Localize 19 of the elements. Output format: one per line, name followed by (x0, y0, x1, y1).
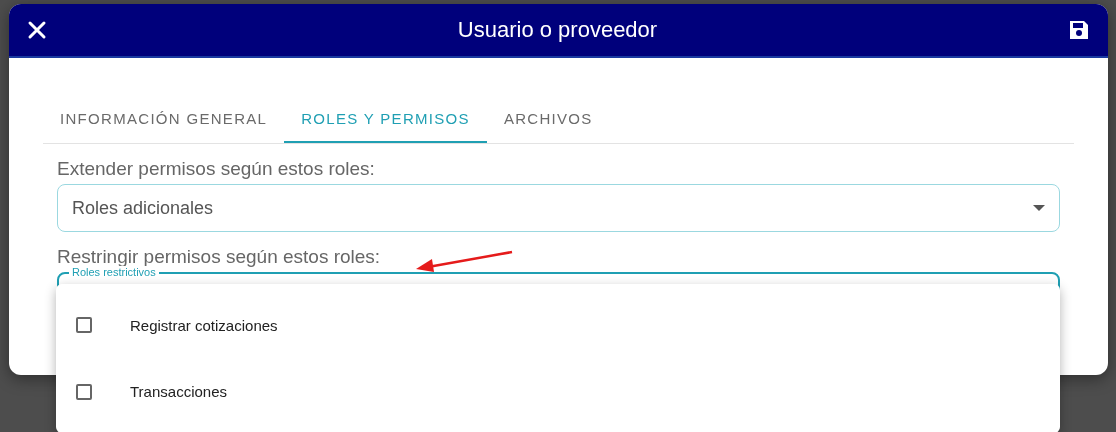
placeholder-text: Roles adicionales (72, 197, 214, 219)
dialog-title: Usuario o proveedor (457, 17, 658, 43)
option-label: Registrar cotizaciones (130, 316, 278, 334)
tab[interactable]: ARCHIVOS (486, 100, 610, 143)
close-button[interactable] (27, 20, 47, 40)
save-icon (1068, 19, 1090, 41)
checkbox[interactable] (76, 383, 92, 400)
menu-option[interactable]: Registrar cotizaciones (56, 301, 1060, 350)
menu-option[interactable]: Transacciones (56, 367, 1060, 416)
option-label: Transacciones (130, 383, 227, 401)
tab[interactable]: INFORMACIÓN GENERAL (43, 100, 285, 143)
field-label: Extender permisos según estos roles: (57, 158, 375, 180)
save-button[interactable] (1068, 19, 1090, 41)
select-field[interactable]: Roles adicionales (57, 184, 1060, 232)
checkbox[interactable] (76, 317, 92, 334)
field-label: Restringir permisos según estos roles: (57, 246, 381, 268)
close-icon (27, 20, 47, 40)
floating-label: Roles restrictivos (69, 266, 159, 278)
dropdown-caret-icon (1033, 205, 1045, 211)
